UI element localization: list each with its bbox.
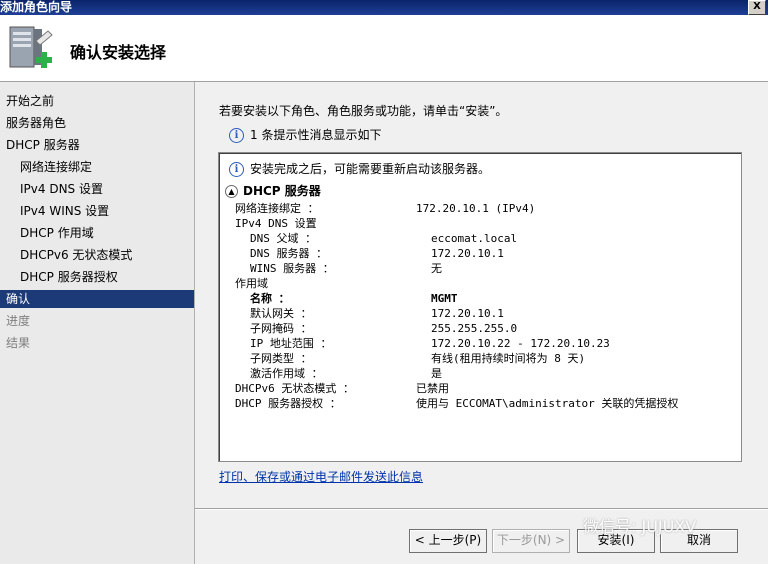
wizard-header: 确认安装选择 bbox=[0, 15, 768, 82]
step-label: 确认 bbox=[6, 292, 31, 306]
detail-value: 172.20.10.22 - 172.20.10.23 bbox=[431, 337, 610, 350]
detail-label: 作用域 bbox=[235, 277, 268, 290]
step-confirmation[interactable]: 确认 bbox=[0, 290, 194, 308]
button-separator bbox=[195, 508, 768, 510]
step-label: IPv4 DNS 设置 bbox=[20, 182, 103, 196]
main-panel: 若要安装以下角色、角色服务或功能，请单击“安装”。 i1 条提示性消息显示如下 … bbox=[195, 82, 768, 564]
detail-label: 子网掩码 ： bbox=[250, 322, 312, 335]
close-button[interactable]: X bbox=[748, 0, 766, 15]
step-results: 结果 bbox=[0, 334, 194, 352]
step-label: DHCP 作用域 bbox=[20, 226, 94, 240]
step-dhcp-authorization[interactable]: DHCP 服务器授权 bbox=[0, 268, 194, 286]
detail-label: IP 地址范围 ： bbox=[250, 337, 332, 350]
step-server-roles[interactable]: 服务器角色 bbox=[0, 114, 194, 132]
restart-note-text: 安装完成之后，可能需要重新启动该服务器。 bbox=[250, 162, 491, 176]
detail-value: 172.20.10.1 (IPv4) bbox=[416, 202, 536, 215]
detail-value: eccomat.local bbox=[431, 232, 518, 245]
step-label: 进度 bbox=[6, 314, 31, 328]
window-title: 添加角色向导 bbox=[0, 0, 73, 14]
step-dhcp-server[interactable]: DHCP 服务器 bbox=[0, 136, 194, 154]
detail-value: MGMT bbox=[431, 292, 458, 305]
detail-label: IPv4 DNS 设置 bbox=[235, 217, 317, 230]
detail-label: 名称 ： bbox=[250, 292, 290, 305]
step-ipv4-dns[interactable]: IPv4 DNS 设置 bbox=[0, 180, 194, 198]
print-save-email-link[interactable]: 打印、保存或通过电子邮件发送此信息 bbox=[219, 468, 423, 485]
wizard-step-list: 开始之前 服务器角色 DHCP 服务器 网络连接绑定 IPv4 DNS 设置 I… bbox=[0, 82, 195, 564]
step-dhcp-scope[interactable]: DHCP 作用域 bbox=[0, 224, 194, 242]
window-titlebar: 添加角色向导 X bbox=[0, 0, 768, 15]
restart-note: i 安装完成之后，可能需要重新启动该服务器。 bbox=[229, 160, 490, 177]
server-add-icon bbox=[9, 26, 53, 68]
info-count-text: 1 条提示性消息显示如下 bbox=[250, 128, 382, 142]
detail-value: 已禁用 bbox=[416, 382, 449, 395]
detail-value: 无 bbox=[431, 262, 442, 275]
detail-value: 使用与 ECCOMAT\administrator 关联的凭据授权 bbox=[416, 397, 679, 410]
info-icon: i bbox=[229, 128, 244, 143]
confirmation-details-box[interactable]: i 安装完成之后，可能需要重新启动该服务器。 ▲ DHCP 服务器 网络连接绑定 ：… bbox=[218, 152, 742, 462]
dhcp-section-header[interactable]: ▲ DHCP 服务器 bbox=[225, 182, 321, 199]
step-progress: 进度 bbox=[0, 312, 194, 330]
detail-label: DHCP 服务器授权 ： bbox=[235, 397, 341, 410]
detail-label: 网络连接绑定 ： bbox=[235, 202, 319, 215]
watermark-text: 微信号: JUJUXV bbox=[583, 517, 697, 536]
step-label: 网络连接绑定 bbox=[20, 160, 93, 174]
detail-label: DNS 服务器 ： bbox=[250, 247, 328, 260]
detail-value: 有线(租用持续时间将为 8 天) bbox=[431, 352, 586, 365]
detail-value: 172.20.10.1 bbox=[431, 307, 504, 320]
detail-value: 是 bbox=[431, 367, 442, 380]
intro-text: 若要安装以下角色、角色服务或功能，请单击“安装”。 bbox=[219, 104, 508, 118]
step-ipv4-wins[interactable]: IPv4 WINS 设置 bbox=[0, 202, 194, 220]
detail-label: 子网类型 ： bbox=[250, 352, 312, 365]
step-label: IPv4 WINS 设置 bbox=[20, 204, 110, 218]
detail-label: DHCPv6 无状态模式 ： bbox=[235, 382, 354, 395]
step-label: 结果 bbox=[6, 336, 31, 350]
step-label: DHCP 服务器 bbox=[6, 138, 80, 152]
detail-value: 255.255.255.0 bbox=[431, 322, 518, 335]
step-label: 开始之前 bbox=[6, 94, 55, 108]
section-title: DHCP 服务器 bbox=[243, 184, 321, 198]
next-button: 下一步(N) > bbox=[492, 529, 570, 553]
step-label: 服务器角色 bbox=[6, 116, 67, 130]
step-label: DHCP 服务器授权 bbox=[20, 270, 118, 284]
detail-label: WINS 服务器 ： bbox=[250, 262, 334, 275]
collapse-icon[interactable]: ▲ bbox=[225, 185, 238, 198]
step-network-binding[interactable]: 网络连接绑定 bbox=[0, 158, 194, 176]
detail-value: 172.20.10.1 bbox=[431, 247, 504, 260]
info-message-summary: i 1 条提示性消息显示如下 bbox=[229, 126, 381, 143]
detail-label: DNS 父域 ： bbox=[250, 232, 317, 245]
step-dhcpv6-stateless[interactable]: DHCPv6 无状态模式 bbox=[0, 246, 194, 264]
previous-button[interactable]: < 上一步(P) bbox=[409, 529, 487, 553]
step-label: DHCPv6 无状态模式 bbox=[20, 248, 133, 262]
info-icon: i bbox=[229, 162, 244, 177]
page-title: 确认安装选择 bbox=[70, 43, 167, 62]
step-before-you-begin[interactable]: 开始之前 bbox=[0, 92, 194, 110]
detail-label: 激活作用域 ： bbox=[250, 367, 323, 380]
detail-label: 默认网关 ： bbox=[250, 307, 312, 320]
